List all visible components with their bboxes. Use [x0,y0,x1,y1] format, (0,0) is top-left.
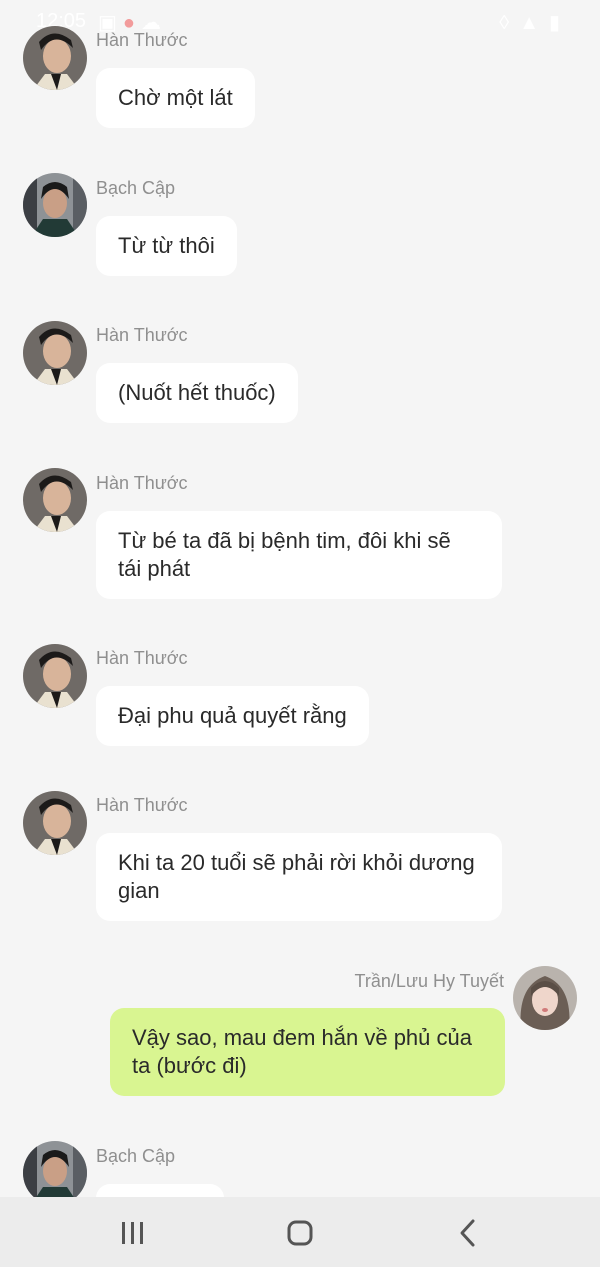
avatar-bach-cap[interactable] [23,173,87,237]
sender-name: Hàn Thước [96,473,188,493]
avatar-bach-cap[interactable] [23,1141,87,1197]
system-nav-bar [0,1197,600,1267]
avatar-hy-tuyet[interactable] [513,966,577,1030]
chat-message-list[interactable]: Hàn Thước Chờ một lát Bạch Cập Từ từ thô… [0,0,600,1197]
message-bubble[interactable]: Từ bé ta đã bị bệnh tim, đôi khi sẽ tái … [96,511,502,599]
sender-name: Hàn Thước [96,30,188,50]
avatar-han-thuoc[interactable] [23,791,87,855]
avatar-han-thuoc[interactable] [23,468,87,532]
back-icon[interactable] [446,1211,490,1255]
sender-name: Hàn Thước [96,325,188,345]
avatar-han-thuoc[interactable] [23,644,87,708]
sender-name: Bạch Cập [96,1146,176,1166]
sender-name: Trần/Lưu Hy Tuyết [354,971,504,991]
sender-name: Hàn Thước [96,648,188,668]
home-icon[interactable] [278,1211,322,1255]
message-bubble[interactable]: Từ từ thôi [96,216,237,276]
sender-name: Hàn Thước [96,795,188,815]
message-bubble[interactable]: Chờ một lát [96,68,255,128]
recent-apps-icon[interactable] [111,1211,155,1255]
message-bubble[interactable]: Đại phu quả quyết rằng [96,686,369,746]
avatar-han-thuoc[interactable] [23,26,87,90]
message-bubble[interactable]: Khi ta 20 tuổi sẽ phải rời khỏi dương gi… [96,833,502,921]
message-bubble-outgoing[interactable]: Vậy sao, mau đem hắn về phủ của ta (bước… [110,1008,505,1096]
message-bubble[interactable]: (Nuốt hết thuốc) [96,363,298,423]
message-bubble[interactable] [96,1184,224,1197]
avatar-han-thuoc[interactable] [23,321,87,385]
sender-name: Bạch Cập [96,178,176,198]
